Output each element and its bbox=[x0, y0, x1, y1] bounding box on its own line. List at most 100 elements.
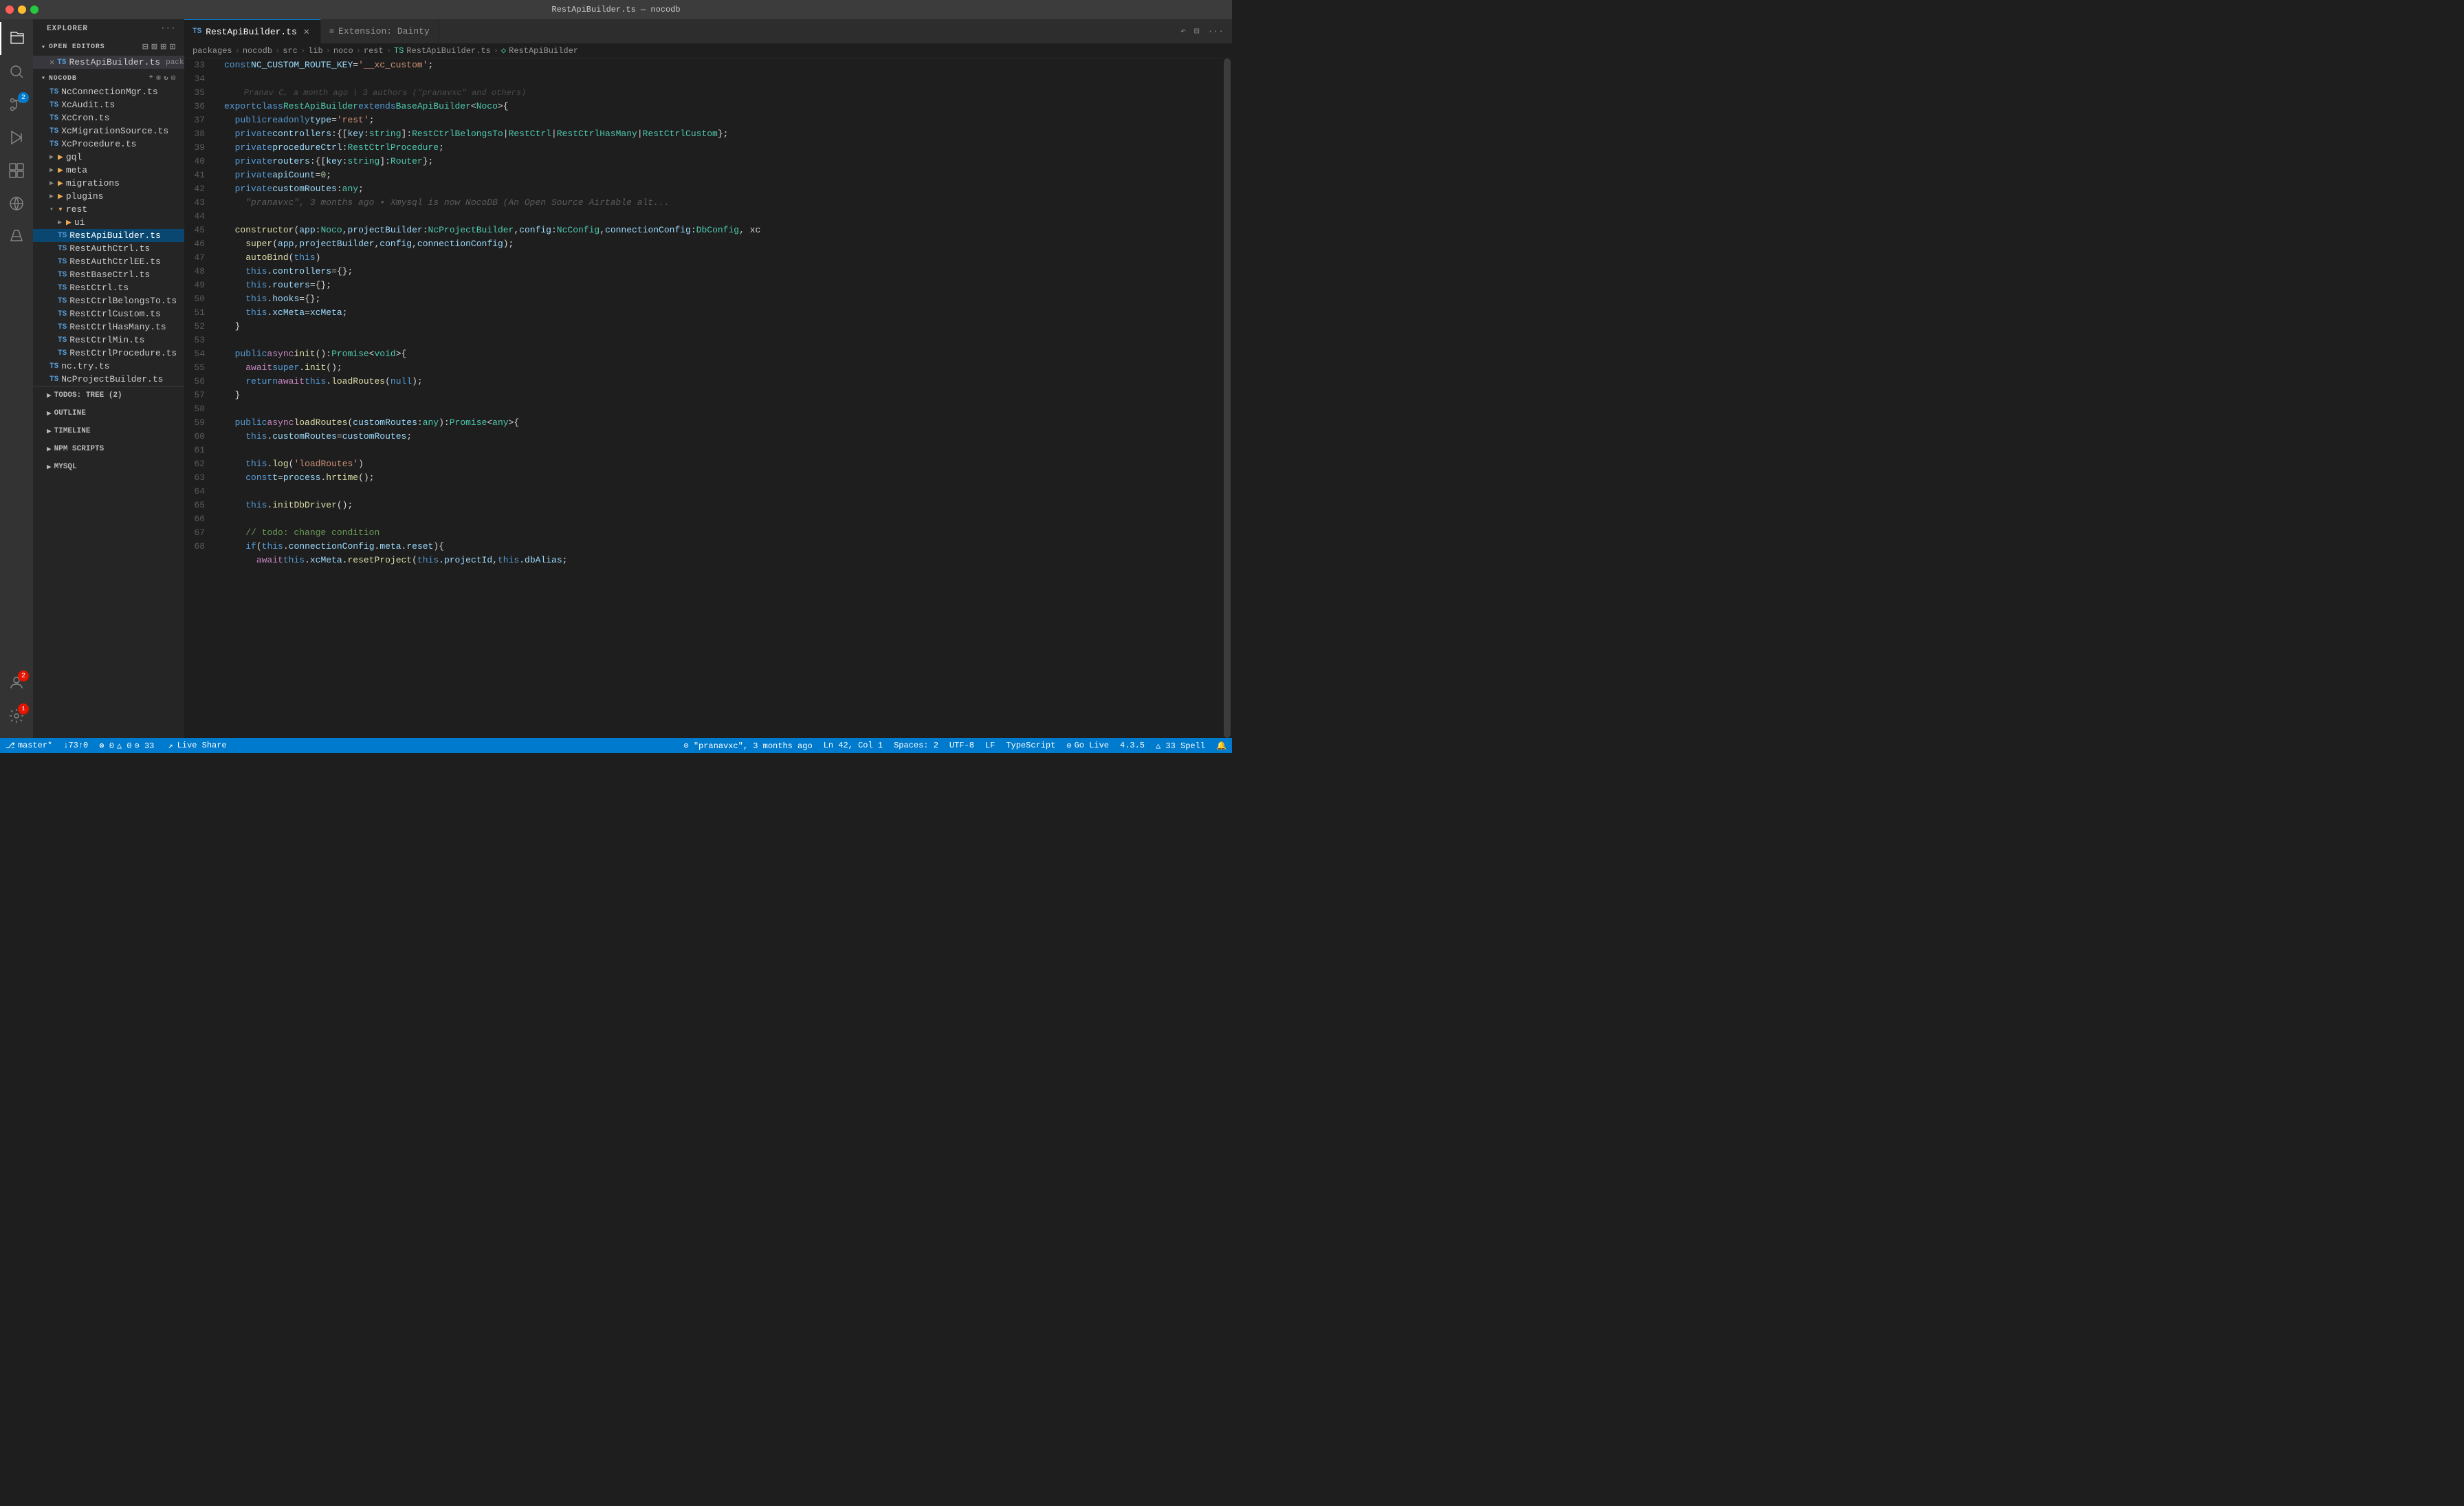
more-icon[interactable]: ··· bbox=[1205, 25, 1226, 38]
activity-item-accounts[interactable]: 2 bbox=[0, 666, 33, 699]
code-line: return await this.loadRoutes(null); bbox=[224, 375, 1222, 389]
folder-item-migrations[interactable]: ▶▶ migrations bbox=[33, 177, 184, 190]
code-line bbox=[224, 210, 1222, 223]
sync-item[interactable]: ↓73↑0 bbox=[58, 738, 94, 753]
maximize-button[interactable] bbox=[30, 6, 38, 14]
file-item[interactable]: TS RestCtrlHasMany.ts bbox=[33, 320, 184, 334]
code-line: autoBind(this) bbox=[224, 251, 1222, 265]
folder-item-ui[interactable]: ▶▶ ui bbox=[33, 216, 184, 229]
file-item[interactable]: TS RestBaseCtrl.ts bbox=[33, 268, 184, 281]
code-line: } bbox=[224, 389, 1222, 402]
chevron-right-icon: ▶ bbox=[50, 193, 54, 201]
sync-icon: ↓73↑0 bbox=[63, 741, 88, 750]
save-all-icon[interactable]: ⊟ bbox=[142, 41, 148, 53]
nocodb-header[interactable]: ▾ NOCODB + ⊞ ↻ ⊟ bbox=[33, 69, 184, 85]
split-editor-icon[interactable]: ⊟ bbox=[1191, 25, 1202, 38]
chevron-right-icon: ▶ bbox=[50, 179, 54, 188]
more-actions-icon[interactable]: ··· bbox=[161, 25, 176, 33]
file-item[interactable]: TS RestCtrlProcedure.ts bbox=[33, 347, 184, 360]
folder-item-gql[interactable]: ▶▶ gql bbox=[33, 151, 184, 164]
explorer-header[interactable]: EXPLORER ··· bbox=[33, 19, 184, 36]
file-item[interactable]: TS nc.try.ts bbox=[33, 360, 184, 373]
file-item[interactable]: TS NcProjectBuilder.ts bbox=[33, 373, 184, 386]
code-line bbox=[224, 334, 1222, 347]
open-editors-header[interactable]: ▾ OPEN EDITORS ⊟ ⊠ ⊞ ⊡ bbox=[33, 36, 184, 56]
tab-restapi-builder[interactable]: TS RestApiBuilder.ts ✕ bbox=[184, 19, 321, 43]
code-line: this.initDbDriver(); bbox=[224, 499, 1222, 512]
code-line: this.customRoutes = customRoutes; bbox=[224, 430, 1222, 444]
file-item[interactable]: TS RestAuthCtrl.ts bbox=[33, 242, 184, 255]
tab-label: RestApiBuilder.ts bbox=[206, 27, 297, 37]
file-item[interactable]: TS XcMigrationSource.ts bbox=[33, 124, 184, 138]
file-item[interactable]: TS RestCtrl.ts bbox=[33, 281, 184, 294]
code-line: this.routers = {}; bbox=[224, 279, 1222, 292]
code-line: public async init(): Promise<void> { bbox=[224, 347, 1222, 361]
code-line: super(app, projectBuilder, config, conne… bbox=[224, 237, 1222, 251]
code-line: public async loadRoutes(customRoutes: an… bbox=[224, 416, 1222, 430]
history-icon[interactable]: ↶ bbox=[1178, 25, 1189, 38]
todos-tree-header[interactable]: ▶ TODOS: TREE (2) bbox=[33, 386, 184, 404]
tab-extension-dainty[interactable]: ≡ Extension: Dainty bbox=[321, 19, 439, 43]
mysql-header[interactable]: ▶ MYSQL bbox=[33, 458, 184, 476]
activity-item-settings[interactable]: 1 bbox=[0, 699, 33, 732]
file-item[interactable]: TS RestCtrlMin.ts bbox=[33, 334, 184, 347]
collapse-icon[interactable]: ⊟ bbox=[171, 74, 176, 83]
timeline-header[interactable]: ▶ TIMELINE bbox=[33, 422, 184, 440]
close-button[interactable] bbox=[6, 6, 14, 14]
eol-item[interactable]: LF bbox=[980, 738, 1000, 753]
notifications-item[interactable]: 🔔 bbox=[1211, 738, 1232, 753]
activity-item-test[interactable] bbox=[0, 220, 33, 253]
spaces-item[interactable]: Spaces: 2 bbox=[888, 738, 944, 753]
file-item[interactable]: TS NcConnectionMgr.ts bbox=[33, 85, 184, 98]
file-item[interactable]: TS RestCtrlCustom.ts bbox=[33, 307, 184, 320]
git-branch-item[interactable]: ⎇ master* bbox=[0, 738, 58, 753]
activity-item-source-control[interactable]: 2 bbox=[0, 88, 33, 121]
encoding-item[interactable]: UTF-8 bbox=[944, 738, 980, 753]
expand-all-icon[interactable]: ⊞ bbox=[161, 41, 167, 53]
sidebar: EXPLORER ··· ▾ OPEN EDITORS ⊟ ⊠ ⊞ ⊡ ✕ TS… bbox=[33, 19, 184, 738]
scrollbar[interactable] bbox=[1222, 58, 1232, 738]
live-share-item[interactable]: ↗ Live Share bbox=[160, 738, 234, 753]
folder-item-plugins[interactable]: ▶▶ plugins bbox=[33, 190, 184, 203]
refresh-icon[interactable]: ↻ bbox=[164, 74, 168, 83]
npm-scripts-header[interactable]: ▶ NPM SCRIPTS bbox=[33, 440, 184, 458]
file-item[interactable]: TS XcCron.ts bbox=[33, 111, 184, 124]
outline-header[interactable]: ▶ OUTLINE bbox=[33, 404, 184, 422]
folder-item-rest[interactable]: ▾▾ rest bbox=[33, 203, 184, 216]
activity-item-remote[interactable] bbox=[0, 187, 33, 220]
spell-item[interactable]: △ 33 Spell bbox=[1150, 738, 1211, 753]
code-line: public readonly type = 'rest'; bbox=[224, 113, 1222, 127]
errors-warnings-item[interactable]: ⊗ 0 △ 0 ⊙ 33 bbox=[94, 738, 160, 753]
code-line: const NC_CUSTOM_ROUTE_KEY = '__xc_custom… bbox=[224, 58, 1222, 72]
open-editor-file[interactable]: ✕ TS RestApiBuilder.ts packages/nocodb/s… bbox=[33, 56, 184, 69]
blame-item[interactable]: ⊙ "pranavxc", 3 months ago bbox=[678, 738, 817, 753]
code-content[interactable]: const NC_CUSTOM_ROUTE_KEY = '__xc_custom… bbox=[219, 58, 1222, 738]
activity-item-run[interactable] bbox=[0, 121, 33, 154]
error-icon: ⊗ 0 bbox=[99, 741, 114, 751]
new-file-icon[interactable]: + bbox=[149, 74, 154, 83]
language-item[interactable]: TypeScript bbox=[1000, 738, 1061, 753]
file-item-restapi-builder[interactable]: TS RestApiBuilder.ts bbox=[33, 229, 184, 242]
new-folder-icon[interactable]: ⊞ bbox=[157, 74, 162, 83]
close-file-icon[interactable]: ✕ bbox=[50, 57, 54, 67]
file-item[interactable]: TS XcAudit.ts bbox=[33, 98, 184, 111]
collapse-all-icon[interactable]: ⊡ bbox=[170, 41, 176, 53]
golive-item[interactable]: ⊙ Go Live bbox=[1061, 738, 1114, 753]
chevron-down-icon: ▾ bbox=[50, 206, 54, 214]
activity-item-search[interactable] bbox=[0, 55, 33, 88]
code-line: this.log('loadRoutes') bbox=[224, 457, 1222, 471]
activity-item-extensions[interactable] bbox=[0, 154, 33, 187]
file-item[interactable]: TS RestAuthCtrlEE.ts bbox=[33, 255, 184, 268]
version-item[interactable]: 4.3.5 bbox=[1114, 738, 1150, 753]
live-share-label: Live Share bbox=[177, 741, 227, 750]
activity-item-explorer[interactable] bbox=[0, 22, 33, 55]
cursor-position-item[interactable]: Ln 42, Col 1 bbox=[818, 738, 888, 753]
folder-item-meta[interactable]: ▶▶ meta bbox=[33, 164, 184, 177]
code-line bbox=[224, 72, 1222, 86]
file-item[interactable]: TS RestCtrlBelongsTo.ts bbox=[33, 294, 184, 307]
file-item[interactable]: TS XcProcedure.ts bbox=[33, 138, 184, 151]
blame-line: Pranav C, a month ago | 3 authors ("pran… bbox=[224, 86, 1222, 100]
minimize-button[interactable] bbox=[18, 6, 26, 14]
close-all-icon[interactable]: ⊠ bbox=[151, 41, 157, 53]
tab-close-icon[interactable]: ✕ bbox=[301, 26, 312, 37]
